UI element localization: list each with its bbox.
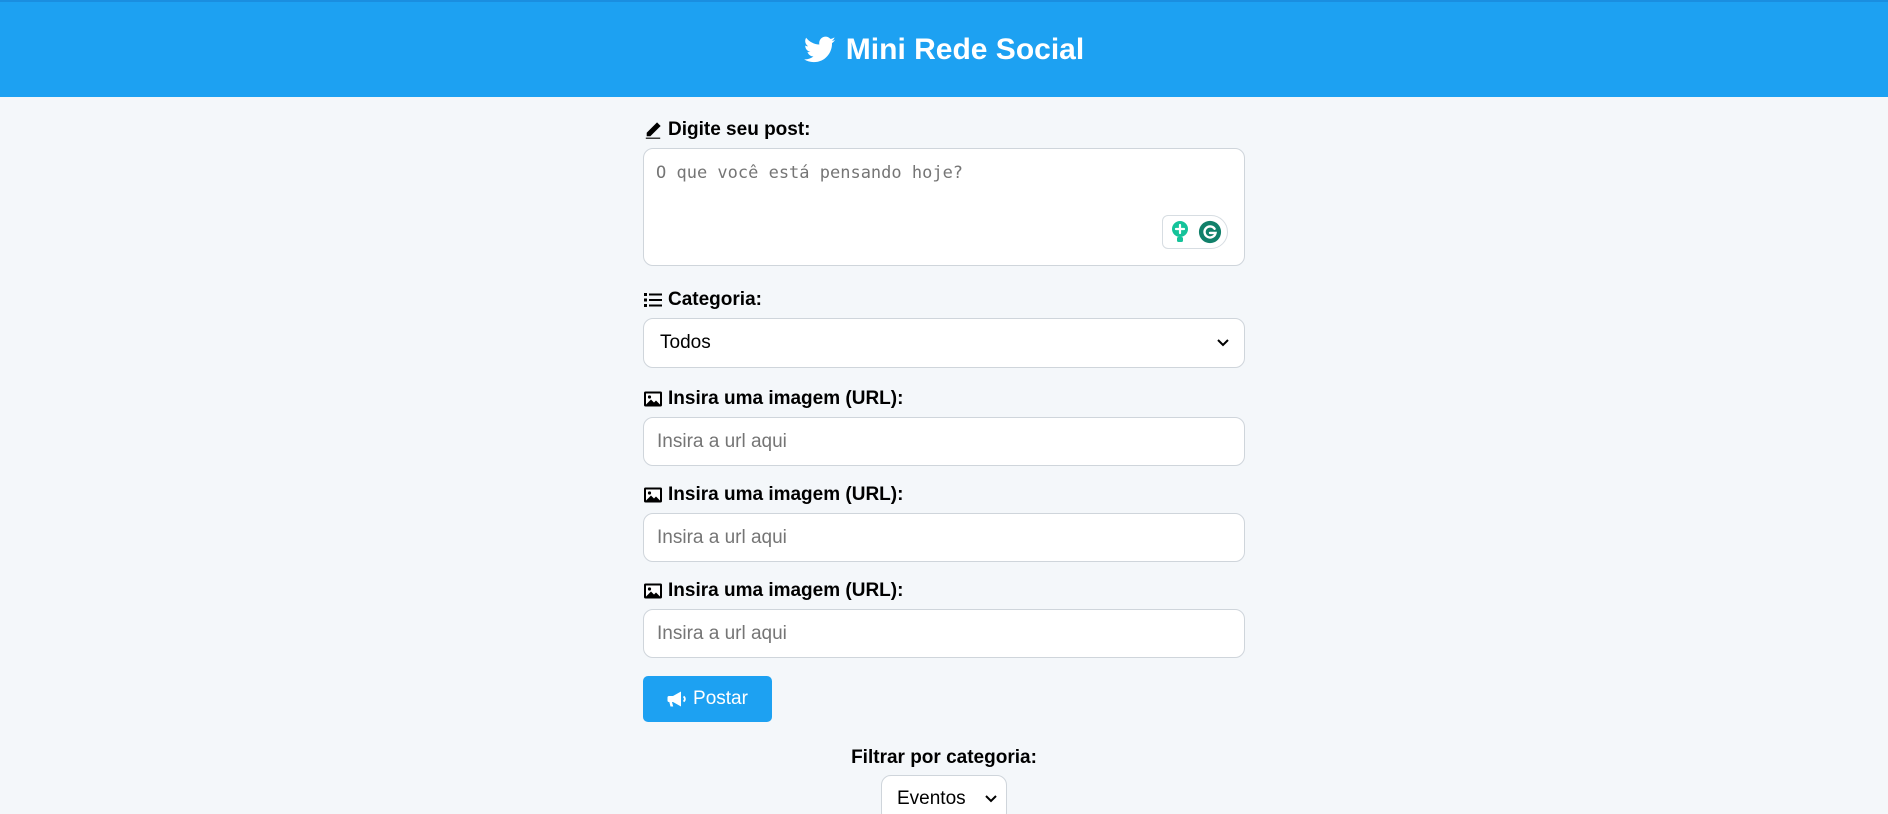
category-selected-value: Todos xyxy=(660,332,711,353)
megaphone-icon xyxy=(667,691,686,707)
app-header: Mini Rede Social xyxy=(0,0,1888,97)
post-form: Digite seu post: Categoria: Todos xyxy=(643,97,1245,814)
image-url-label-text: Insira uma imagem (URL): xyxy=(668,580,904,601)
pencil-icon xyxy=(645,122,661,139)
filter-label: Filtrar por categoria: xyxy=(851,747,1037,768)
image-url-label-2: Insira uma imagem (URL): xyxy=(643,484,1245,506)
image-url-label-text: Insira uma imagem (URL): xyxy=(668,388,904,409)
image-icon xyxy=(644,583,662,599)
post-label: Digite seu post: xyxy=(643,119,1245,141)
image-url-label-1: Insira uma imagem (URL): xyxy=(643,388,1245,410)
image-url-placeholder: Insira a url aqui xyxy=(657,526,787,548)
filter-select[interactable]: Eventos xyxy=(881,775,1007,814)
image-url-placeholder: Insira a url aqui xyxy=(657,430,787,452)
category-label: Categoria: xyxy=(643,289,1245,311)
image-url-input-1[interactable]: Insira a url aqui xyxy=(643,417,1245,466)
app-title: Mini Rede Social xyxy=(845,32,1085,66)
post-label-text: Digite seu post: xyxy=(668,119,811,140)
category-select[interactable]: Todos xyxy=(643,318,1245,368)
image-url-placeholder: Insira a url aqui xyxy=(657,622,787,644)
image-url-input-3[interactable]: Insira a url aqui xyxy=(643,609,1245,658)
filter-selected-value: Eventos xyxy=(897,788,966,809)
category-label-text: Categoria: xyxy=(668,289,762,310)
image-url-label-3: Insira uma imagem (URL): xyxy=(643,580,1245,602)
grammarly-widget[interactable] xyxy=(1162,215,1228,249)
lightbulb-plus-icon[interactable] xyxy=(1168,219,1192,245)
grammarly-icon[interactable] xyxy=(1198,219,1222,245)
twitter-bird-icon xyxy=(803,36,836,62)
image-url-input-2[interactable]: Insira a url aqui xyxy=(643,513,1245,562)
post-button-label: Postar xyxy=(693,688,748,709)
post-textarea[interactable] xyxy=(644,149,1244,265)
post-button[interactable]: Postar xyxy=(643,676,772,722)
post-textarea-container xyxy=(643,148,1245,266)
list-icon xyxy=(644,293,662,307)
image-url-label-text: Insira uma imagem (URL): xyxy=(668,484,904,505)
chevron-down-icon xyxy=(985,795,997,803)
chevron-down-icon xyxy=(1217,339,1229,347)
image-icon xyxy=(644,487,662,503)
category-filter: Filtrar por categoria: Eventos xyxy=(643,747,1245,814)
image-icon xyxy=(644,391,662,407)
